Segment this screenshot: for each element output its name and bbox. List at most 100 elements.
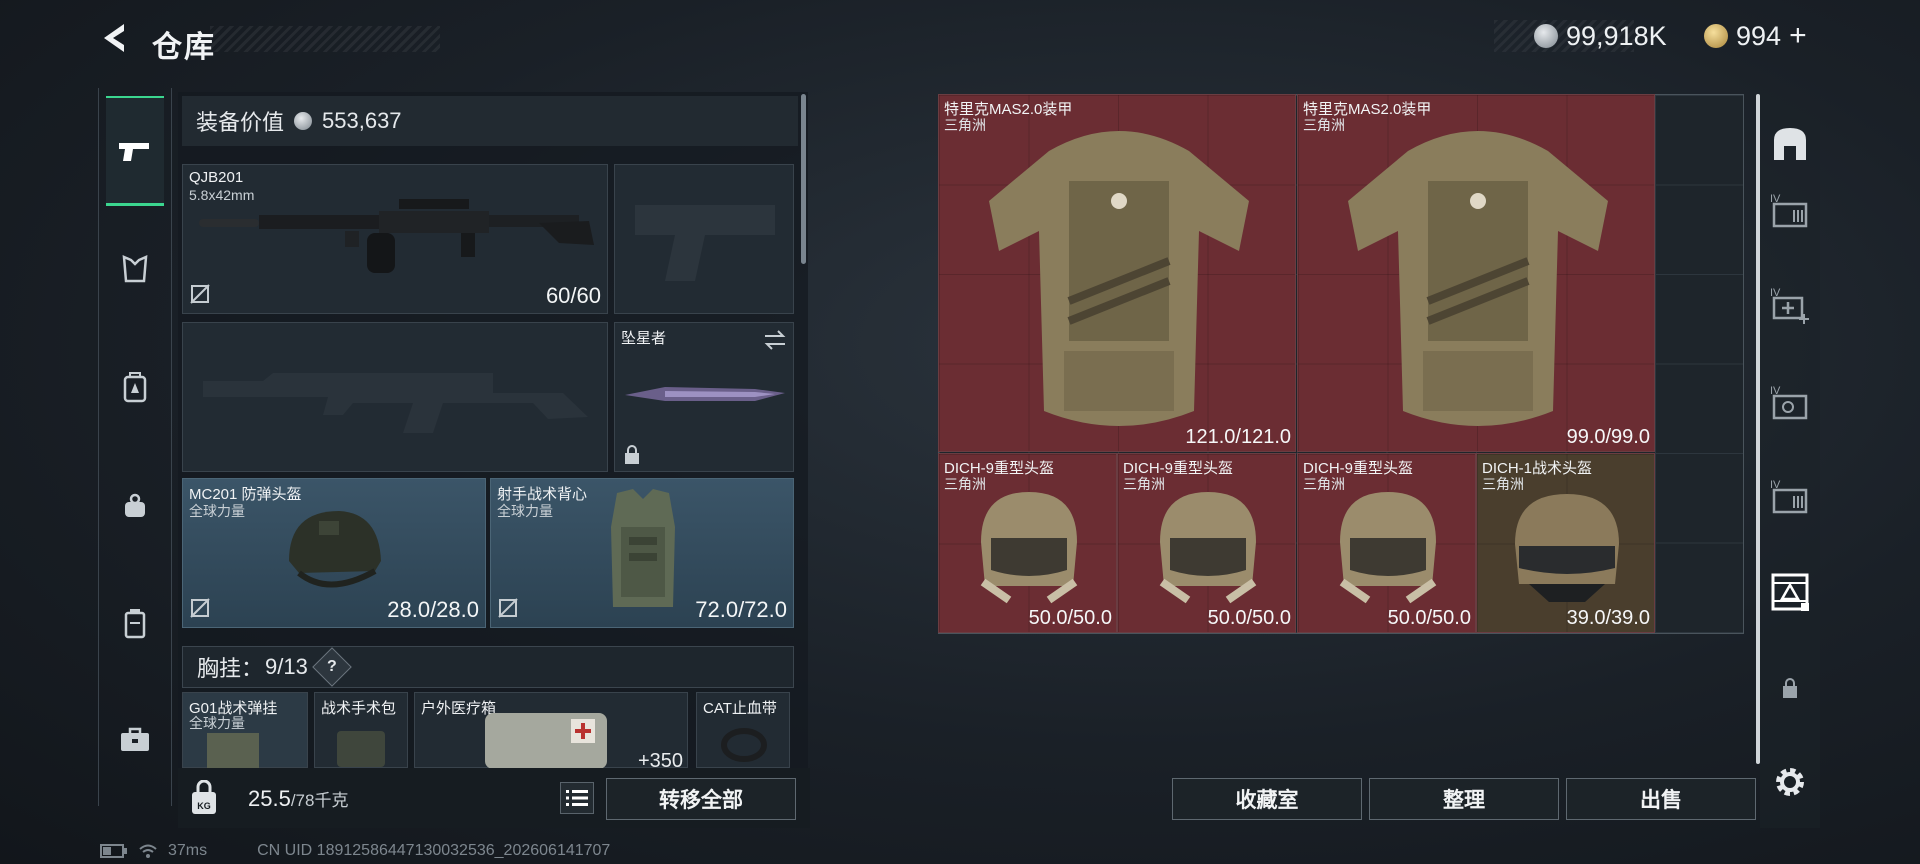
equip-value-label: 装备价值 — [196, 110, 285, 135]
helmet-image — [1339, 492, 1437, 604]
helmet-image — [1159, 492, 1257, 604]
item-durability: 39.0/39.0 — [1566, 607, 1650, 629]
helmet-slot[interactable]: MC201 防弹头盔 全球力量 28.0/28.0 — [182, 478, 486, 628]
add-currency-button[interactable]: + — [1789, 19, 1807, 53]
rifle-placeholder-icon — [203, 373, 588, 433]
storage-item-helmet[interactable]: DICH-1战术头盔 三角洲 39.0/39.0 — [1476, 453, 1655, 633]
storage-tab-armor-case[interactable] — [1762, 564, 1818, 620]
title-decoration — [210, 26, 440, 52]
storage-tab-extension-2[interactable]: IV — [1762, 276, 1818, 332]
chest-rig-slot[interactable]: G01战术弹挂 全球力量 — [182, 692, 308, 769]
storage-tab-extension-3[interactable]: IV — [1762, 374, 1818, 430]
knife-image — [625, 387, 785, 401]
list-view-button[interactable] — [560, 782, 594, 814]
vest-image — [611, 489, 675, 607]
currency-premium[interactable]: 994 + — [1704, 18, 1807, 54]
armor-image — [1348, 131, 1608, 426]
ping-value: 37ms — [168, 842, 208, 859]
chest-item-slot[interactable]: CAT止血带 — [696, 692, 790, 768]
canister-icon — [124, 609, 146, 639]
secondary-weapon-slot[interactable] — [182, 322, 608, 472]
storage-tab-extension-1[interactable]: IV — [1762, 182, 1818, 238]
ammo-case-icon: IV — [1770, 385, 1808, 420]
carry-weight: 25.5/78千克 — [248, 786, 348, 812]
weight-icon: KG — [192, 780, 216, 814]
storage-tab-main[interactable] — [1762, 116, 1818, 172]
equipment-value: 装备价值 553,637 — [182, 96, 798, 146]
toolbox-icon — [121, 727, 149, 751]
melee-slot[interactable]: 坠星者 — [614, 322, 794, 472]
silver-coin-icon — [294, 112, 313, 130]
chest-rig-count: 9/13 — [265, 654, 308, 679]
chest-rig-label: 胸挂： — [197, 656, 264, 681]
helmet-image — [289, 511, 381, 588]
category-container[interactable] — [106, 594, 164, 652]
chest-item-slot[interactable]: 户外医疗箱 +350 — [414, 692, 688, 772]
category-armor[interactable] — [106, 240, 164, 298]
chest-rig-header: 胸挂： 9/13 ? — [182, 646, 794, 688]
no-insurance-icon — [190, 284, 210, 304]
storage-item-armor[interactable]: 特里克MAS2.0装甲 三角洲 99.0/99.0 — [1297, 94, 1655, 452]
gear-icon — [1776, 768, 1804, 796]
storage-case-icon: IV — [1770, 193, 1808, 228]
chest-rig-help-button[interactable]: ? — [312, 647, 352, 687]
svg-text:KG: KG — [197, 801, 211, 811]
storage-tab-locked[interactable] — [1762, 660, 1818, 716]
swap-icon[interactable] — [763, 329, 787, 351]
surgery-kit-image — [337, 731, 385, 767]
melee-name: 坠星者 — [621, 330, 667, 347]
category-toolbox[interactable] — [106, 710, 164, 768]
organize-button[interactable]: 整理 — [1369, 778, 1559, 820]
carry-weight-value: 25.5 — [248, 786, 291, 811]
back-arrow-icon[interactable] — [96, 18, 136, 58]
storage-item-helmet[interactable]: DICH-9重型头盔 三角洲 50.0/50.0 — [1117, 453, 1296, 633]
primary-weapon-slot[interactable]: QJB201 5.8x42mm 60/60 — [182, 164, 608, 314]
armor-image — [989, 131, 1249, 426]
currency-main-value: 99,918K — [1566, 20, 1667, 51]
armor-case-icon — [1771, 573, 1809, 611]
help-icon: ? — [326, 658, 337, 675]
transfer-all-button[interactable]: 转移全部 — [606, 778, 796, 820]
battery-icon — [100, 844, 127, 858]
storage-item-armor[interactable]: 特里克MAS2.0装甲 三角洲 121.0/121.0 — [938, 94, 1296, 452]
vest-icon — [122, 255, 148, 283]
safe-icon — [1774, 128, 1806, 160]
primary-weapon-ammo: 60/60 — [545, 283, 601, 308]
sell-button[interactable]: 出售 — [1566, 778, 1756, 820]
item-durability: 99.0/99.0 — [1566, 426, 1650, 448]
chest-item-slot[interactable]: 战术手术包 — [314, 692, 408, 768]
armor-origin: 全球力量 — [497, 503, 553, 519]
pistol-placeholder-icon — [635, 205, 775, 281]
no-insurance-icon — [498, 598, 518, 618]
category-weapons[interactable] — [106, 96, 164, 206]
chest-item-name: 战术手术包 — [321, 700, 397, 717]
silver-coin-icon — [1534, 24, 1558, 48]
page-title: 仓库 — [152, 31, 216, 64]
storage-tab-extension-4[interactable]: IV — [1762, 468, 1818, 524]
medical-case-icon: IV — [1770, 287, 1809, 324]
helmet-image — [1515, 494, 1619, 602]
storage-item-helmet[interactable]: DICH-9重型头盔 三角洲 50.0/50.0 — [1297, 453, 1476, 633]
tool-case-icon: IV — [1770, 479, 1808, 514]
currency-premium-value: 994 — [1736, 20, 1782, 51]
tourniquet-image — [721, 728, 767, 762]
item-durability: 121.0/121.0 — [1185, 426, 1291, 448]
sidearm-slot[interactable] — [614, 164, 794, 314]
settings-button[interactable] — [1762, 754, 1818, 810]
equip-value-amount: 553,637 — [322, 108, 402, 133]
helmet-image — [980, 492, 1078, 604]
lock-icon — [1783, 678, 1797, 698]
category-bag[interactable] — [106, 476, 164, 534]
storage-item-helmet[interactable]: DICH-9重型头盔 三角洲 50.0/50.0 — [938, 453, 1117, 633]
lock-icon — [625, 445, 639, 464]
bag-icon — [125, 493, 145, 517]
wifi-icon — [139, 844, 157, 858]
chest-rig-image — [207, 733, 259, 769]
pistol-icon — [119, 142, 149, 161]
armor-slot[interactable]: 射手战术背心 全球力量 72.0/72.0 — [490, 478, 794, 628]
loadout-scrollbar[interactable] — [801, 94, 806, 264]
player-uid: CN UID 18912586447130032536_202606141707 — [257, 842, 611, 859]
currency-main: 99,918K — [1534, 18, 1667, 54]
category-backpack[interactable] — [106, 358, 164, 416]
collection-room-button[interactable]: 收藏室 — [1172, 778, 1362, 820]
